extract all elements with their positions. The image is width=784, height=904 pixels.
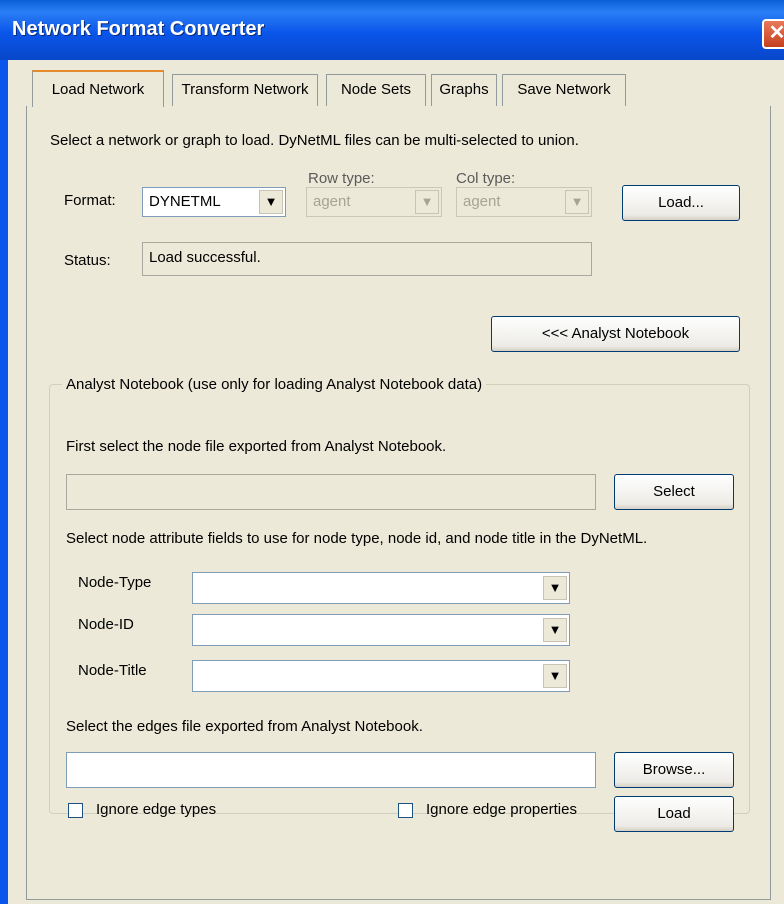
load-file-button[interactable]: Load... <box>622 185 740 221</box>
edges-file-field[interactable] <box>66 752 596 788</box>
tab-label: Graphs <box>439 81 489 98</box>
format-value: DYNETML <box>149 193 221 210</box>
node-id-select[interactable]: ▼ <box>192 614 570 646</box>
col-type-value: agent <box>463 193 501 210</box>
tab-transform-network[interactable]: Transform Network <box>172 74 318 106</box>
close-icon: ✕ <box>768 22 784 44</box>
node-file-instructions: First select the node file exported from… <box>66 438 447 455</box>
col-type-label: Col type: <box>456 170 516 187</box>
status-value: Load successful. <box>149 249 261 266</box>
chevron-down-icon[interactable]: ▼ <box>543 618 567 642</box>
node-type-select[interactable]: ▼ <box>192 572 570 604</box>
chevron-down-icon[interactable]: ▼ <box>543 576 567 600</box>
chevron-down-icon[interactable]: ▼ <box>565 190 589 214</box>
tab-graphs[interactable]: Graphs <box>431 74 497 106</box>
chevron-down-icon[interactable]: ▼ <box>259 190 283 214</box>
window-title: Network Format Converter <box>12 18 265 40</box>
tab-label: Transform Network <box>181 81 309 98</box>
status-label: Status: <box>64 252 111 269</box>
title-bar[interactable]: Network Format Converter ✕ <box>0 0 784 60</box>
tab-label: Node Sets <box>340 81 412 98</box>
node-title-select[interactable]: ▼ <box>192 660 570 692</box>
analyst-notebook-group-title: Analyst Notebook (use only for loading A… <box>62 376 487 393</box>
node-type-label: Node-Type <box>78 574 152 591</box>
node-file-field[interactable] <box>66 474 596 510</box>
tab-node-sets[interactable]: Node Sets <box>326 74 426 106</box>
col-type-select[interactable]: agent ▼ <box>456 187 592 217</box>
ignore-edge-types-label: Ignore edge types <box>96 801 217 818</box>
node-id-label: Node-ID <box>78 616 134 633</box>
row-type-value: agent <box>313 193 351 210</box>
analyst-notebook-toggle-button[interactable]: <<< Analyst Notebook <box>491 316 740 352</box>
edges-instructions: Select the edges file exported from Anal… <box>66 718 423 735</box>
node-title-label: Node-Title <box>78 662 147 679</box>
tab-save-network[interactable]: Save Network <box>502 74 626 106</box>
format-select[interactable]: DYNETML ▼ <box>142 187 286 217</box>
tab-label: Save Network <box>517 81 611 98</box>
browse-edges-button[interactable]: Browse... <box>614 752 734 788</box>
chevron-down-icon[interactable]: ▼ <box>543 664 567 688</box>
load-analyst-button[interactable]: Load <box>614 796 734 832</box>
ignore-edge-types-checkbox[interactable] <box>68 803 83 818</box>
tab-load-network[interactable]: Load Network <box>32 70 164 107</box>
tab-label: Load Network <box>51 81 145 98</box>
format-label: Format: <box>64 192 116 209</box>
select-node-file-button[interactable]: Select <box>614 474 734 510</box>
status-field: Load successful. <box>142 242 592 276</box>
load-instructions: Select a network or graph to load. DyNet… <box>50 132 579 149</box>
close-button[interactable]: ✕ <box>762 19 784 49</box>
ignore-edge-properties-label: Ignore edge properties <box>426 801 577 818</box>
ignore-edge-properties-checkbox[interactable] <box>398 803 413 818</box>
row-type-label: Row type: <box>308 170 375 187</box>
row-type-select[interactable]: agent ▼ <box>306 187 442 217</box>
attribute-instructions: Select node attribute fields to use for … <box>66 530 648 547</box>
chevron-down-icon[interactable]: ▼ <box>415 190 439 214</box>
